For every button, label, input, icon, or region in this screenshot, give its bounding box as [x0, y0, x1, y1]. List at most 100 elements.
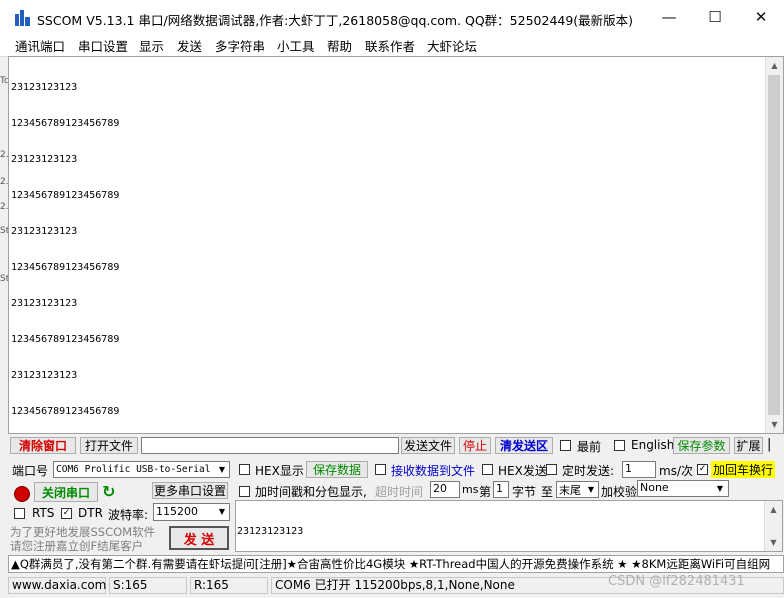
send-file-button[interactable]: 发送文件 — [401, 437, 455, 454]
english-checkbox[interactable] — [614, 440, 625, 451]
clear-send-button[interactable]: 清发送区 — [495, 437, 553, 454]
receive-line: 123456789123456789 — [11, 118, 120, 129]
promo-line: 请您注册嘉立创F结尾客户 — [10, 539, 144, 553]
receive-line: 123456789123456789 — [11, 262, 120, 273]
baud-label: 波特率: — [108, 508, 149, 522]
timeout-input[interactable]: 20 — [430, 481, 460, 498]
add-newline-checkbox[interactable]: ✓ — [697, 464, 708, 475]
menu-bar: 通讯端口 串口设置 显示 发送 多字符串 小工具 帮助 联系作者 大虾论坛 — [0, 34, 784, 57]
scroll-up-icon[interactable]: ▲ — [765, 501, 782, 518]
status-received-count: R:165 — [190, 577, 268, 594]
menu-forum[interactable]: 大虾论坛 — [427, 36, 477, 55]
receive-line: 23123123123 — [11, 298, 78, 309]
receive-line: 23123123123 — [11, 370, 78, 381]
recv-to-file-label[interactable]: 接收数据到文件 — [391, 462, 475, 479]
port-label: 端口号 — [12, 464, 49, 478]
promo-line: 为了更好地发展SSCOM软件 — [10, 525, 156, 539]
chevron-down-icon[interactable]: ▼ — [215, 462, 229, 477]
receive-line: 23123123123 — [11, 154, 78, 165]
close-port-button[interactable]: 关闭串口 — [34, 482, 98, 502]
close-icon[interactable]: ✕ — [738, 0, 784, 34]
minimize-icon[interactable]: — — [646, 0, 692, 34]
baud-select-value: 115200 — [156, 505, 198, 518]
port-status-icon — [14, 486, 30, 502]
dtr-label: DTR — [78, 506, 103, 520]
app-icon — [15, 10, 30, 26]
receive-line: 123456789123456789 — [11, 406, 120, 417]
hex-send-label: HEX发送 — [498, 464, 547, 478]
status-bar: www.daxia.com S:165 R:165 COM6 已打开 11520… — [0, 574, 784, 597]
news-ticker[interactable]: ▲Q群满员了,没有第二个群.有需要请在虾坛提问[注册]★合宙高性价比4G模块 ★… — [8, 555, 784, 573]
menu-send[interactable]: 发送 — [177, 36, 202, 55]
interval-input[interactable]: 1 — [622, 461, 656, 478]
interval-unit-label: ms/次 — [659, 464, 693, 478]
status-sent-count: S:165 — [109, 577, 187, 594]
checksum-label: 加校验 — [601, 485, 638, 499]
stop-button[interactable]: 停止 — [459, 437, 491, 454]
nth-label: 第 — [479, 485, 492, 499]
menu-multi-string[interactable]: 多字符串 — [215, 36, 265, 55]
timeout-label: 超时时间 — [375, 485, 424, 499]
title-bar: SSCOM V5.13.1 串口/网络数据调试器,作者:大虾丁丁,2618058… — [0, 0, 784, 34]
chevron-down-icon[interactable]: ▼ — [584, 482, 598, 497]
rts-label: RTS — [32, 506, 55, 520]
receive-text: 23123123123 123456789123456789 231231231… — [11, 58, 119, 442]
vertical-scrollbar[interactable]: ▲ ▼ — [765, 57, 783, 433]
scroll-down-icon[interactable]: ▼ — [765, 534, 782, 551]
send-area[interactable]: 23123123123 123456789123456789 ▲ ▼ — [235, 500, 783, 573]
send-line: 23123123123 — [237, 526, 304, 537]
menu-help[interactable]: 帮助 — [327, 36, 352, 55]
english-label: English — [631, 438, 675, 452]
add-newline-label: 加回车换行 — [711, 461, 776, 478]
topmost-checkbox[interactable] — [560, 440, 571, 451]
clear-window-button[interactable]: 清除窗口 — [10, 437, 76, 454]
hex-display-checkbox[interactable] — [239, 464, 250, 475]
port-select[interactable]: COM6 Prolific USB-to-Serial — [53, 461, 230, 478]
menu-tools[interactable]: 小工具 — [277, 36, 315, 55]
byte-label: 字节 — [512, 485, 537, 499]
scroll-up-icon[interactable]: ▲ — [766, 57, 783, 74]
receive-line: 23123123123 — [11, 226, 78, 237]
promo-text[interactable]: 为了更好地发展SSCOM软件 请您注册嘉立创F结尾客户 — [10, 525, 155, 553]
hex-send-checkbox[interactable] — [482, 464, 493, 475]
more-settings-button[interactable]: 更多串口设置 — [152, 482, 228, 499]
scroll-thumb[interactable] — [768, 75, 780, 415]
nth-input[interactable]: 1 — [493, 481, 509, 498]
open-file-button[interactable]: 打开文件 — [80, 437, 138, 454]
chevron-down-icon[interactable]: ▼ — [215, 504, 229, 519]
timestamp-checkbox[interactable] — [239, 486, 250, 497]
receive-area[interactable]: 23123123123 123456789123456789 231231231… — [8, 56, 784, 434]
port-select-value: COM6 Prolific USB-to-Serial — [56, 464, 211, 475]
file-path-field[interactable] — [141, 437, 399, 454]
send-scrollbar[interactable]: ▲ ▼ — [764, 501, 782, 551]
menu-serial-settings[interactable]: 串口设置 — [78, 36, 128, 55]
timestamp-label: 加时间戳和分包显示, — [255, 485, 367, 499]
send-button[interactable]: 发 送 — [169, 526, 229, 550]
menu-contact-author[interactable]: 联系作者 — [365, 36, 415, 55]
receive-line: 123456789123456789 — [11, 190, 120, 201]
maximize-icon[interactable]: ☐ — [692, 0, 738, 34]
timed-send-checkbox[interactable] — [546, 464, 557, 475]
recv-to-file-checkbox[interactable] — [375, 464, 386, 475]
receive-line: 123456789123456789 — [11, 334, 120, 345]
checksum-select-value: None — [640, 481, 669, 494]
chevron-down-icon[interactable]: ▼ — [713, 481, 727, 496]
topmost-label: 最前 — [577, 440, 602, 454]
hex-display-label: HEX显示 — [255, 464, 304, 478]
timed-send-label: 定时发送: — [562, 464, 615, 478]
save-params-button[interactable]: 保存参数 — [673, 437, 730, 454]
dtr-checkbox[interactable]: ✓ — [61, 508, 72, 519]
window-title: SSCOM V5.13.1 串口/网络数据调试器,作者:大虾丁丁,2618058… — [37, 13, 634, 28]
watermark: CSDN @lf282481431 — [608, 574, 745, 589]
refresh-icon[interactable]: ↻ — [102, 482, 115, 501]
timeout-unit-label: ms — [462, 483, 479, 496]
menu-comm-port[interactable]: 通讯端口 — [15, 36, 65, 55]
receive-line: 23123123123 — [11, 82, 78, 93]
menu-display[interactable]: 显示 — [139, 36, 164, 55]
save-data-button[interactable]: 保存数据 — [306, 461, 368, 478]
scroll-down-icon[interactable]: ▼ — [766, 416, 783, 433]
pipe-separator: | — [767, 437, 772, 452]
rts-checkbox[interactable] — [14, 508, 25, 519]
expand-button[interactable]: 扩展 — [734, 437, 763, 454]
status-website[interactable]: www.daxia.com — [8, 577, 106, 594]
